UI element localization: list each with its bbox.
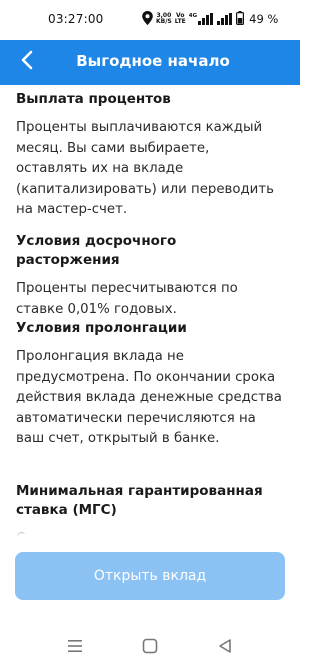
status-time: 03:27:00 <box>48 12 104 26</box>
section-body: Пролонгация вклада не предусмотрена. По … <box>16 349 282 446</box>
section-early-termination: Условия досрочного расторжения Проценты … <box>0 232 300 320</box>
signal-2-icon <box>217 10 233 29</box>
scroll-fade <box>0 519 300 537</box>
battery-icon <box>236 10 245 29</box>
section-body: Проценты пересчитываются по ставке 0,01%… <box>16 281 238 317</box>
section-interest-payment: Выплата процентов Проценты выплачиваются… <box>0 90 300 221</box>
open-deposit-button[interactable]: Открыть вклад <box>15 552 285 600</box>
status-bar: 03:27:00 3,00 KB/S Vo LTE 4G 49 % <box>0 0 300 40</box>
battery-percent: 49 % <box>249 12 279 26</box>
section-body: Проценты выплачиваются каждый месяц. Вы … <box>16 120 274 217</box>
menu-icon[interactable] <box>66 637 84 655</box>
section-heading: Выплата процентов <box>16 91 171 107</box>
section-heading: Условия досрочного расторжения <box>16 233 177 268</box>
section-heading: Условия пролонгации <box>16 320 187 336</box>
network-speed: 3,00 KB/S <box>156 12 172 25</box>
volte-indicator: Vo LTE <box>174 12 186 25</box>
signal-icon: 4G <box>189 13 214 25</box>
square-icon[interactable] <box>141 637 159 655</box>
page-title: Выгодное начало <box>76 52 230 70</box>
deposit-details[interactable]: Выплата процентов Проценты выплачиваются… <box>0 85 300 537</box>
section-heading: Минимальная гарантированная ставка (МГС) <box>16 483 263 518</box>
system-nav-bar <box>0 625 300 667</box>
triangle-back-icon[interactable] <box>216 637 234 655</box>
status-icons: 3,00 KB/S Vo LTE 4G 49 % <box>142 9 278 29</box>
location-icon <box>142 10 153 29</box>
section-prolongation: Условия пролонгации Пролонгация вклада н… <box>0 319 300 450</box>
app-header: Выгодное начало <box>0 40 300 85</box>
